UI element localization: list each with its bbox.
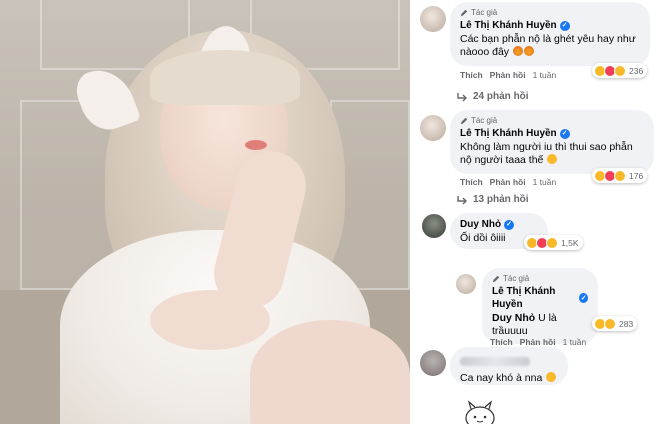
avatar[interactable] [420,6,446,32]
post-photo[interactable] [0,0,410,424]
timestamp[interactable]: 1 tuần [563,337,587,348]
replies-count: 24 phản hồi [473,91,529,102]
timestamp[interactable]: 1 tuần [533,177,557,188]
reaction-summary[interactable]: 236 [592,63,648,78]
commenter-name[interactable]: Lê Thị Khánh Huyền [460,19,557,32]
timestamp[interactable]: 1 tuần [533,70,557,81]
comment-text: Ối dồi ôiiii [460,232,506,244]
author-pen-icon [492,275,500,283]
comment-actions: Thích Phản hồi 1 tuần [460,177,556,188]
like-link[interactable]: Thích [460,177,483,188]
author-tag: Tác giả [460,116,644,126]
verified-badge-icon: ✓ [559,128,570,139]
sticker-icon [465,400,495,424]
sad-emoji-icon [547,154,558,164]
avatar[interactable] [456,274,476,294]
avatar[interactable] [420,115,446,141]
reply-arrow-icon [457,195,467,204]
reaction-summary[interactable]: 283 [592,316,638,331]
verified-badge-icon: ✓ [559,20,570,31]
view-replies[interactable]: 24 phản hồi [456,91,529,102]
sad-reaction-icon [546,236,558,249]
sad-reaction-icon [614,169,626,182]
replies-count: 13 phản hồi [473,194,529,205]
reaction-summary[interactable]: 176 [592,168,648,183]
comments-panel: Tác giả Lê Thị Khánh Huyền ✓ Các bạn phẫ… [410,0,660,424]
commenter-name[interactable]: Lê Thị Khánh Huyền [492,285,576,311]
commenter-name[interactable]: Duy Nhỏ [460,218,501,231]
comment-bubble: Tác giả Lê Thị Khánh Huyền ✓ Không làm n… [450,110,654,174]
comment-text: Ca nay khó à nna [460,372,543,384]
author-tag: Tác giả [492,274,588,284]
comment-actions: Thích Phản hồi 1 tuần [460,70,556,81]
author-tag-label: Tác giả [471,8,498,17]
angry-emoji-icon [523,46,534,56]
knee [250,320,410,424]
reaction-count: 236 [629,65,644,76]
comment-bubble: Ca nay khó à nna [450,347,568,385]
like-link[interactable]: Thích [460,70,483,81]
author-pen-icon [460,117,468,125]
author-tag-label: Tác giả [503,274,530,283]
view-replies[interactable]: 13 phản hồi [456,194,529,205]
reply-arrow-icon [457,92,467,101]
verified-badge-icon: ✓ [504,219,515,230]
lips [245,140,267,150]
comment-bubble: Tác giả Lê Thị Khánh Huyền ✓ Các bạn phẫ… [450,2,650,66]
reply-link[interactable]: Phản hồi [490,70,526,81]
angry-emoji-icon [512,46,523,56]
reaction-count: 176 [629,170,644,181]
comment-text: Không làm người iu thì thui sao phẫn nộ … [460,141,633,166]
author-tag: Tác giả [460,8,640,18]
commenter-name[interactable]: Lê Thị Khánh Huyền [460,127,557,140]
comment-text: Các bạn phẫn nộ là ghét yêu hay như nàoo… [460,33,636,58]
mention-link[interactable]: Duy Nhỏ [492,312,535,324]
reaction-count: 1,5K [561,237,579,248]
sad-reaction-icon [614,64,626,77]
reaction-count: 283 [619,318,634,329]
avatar[interactable] [422,214,446,238]
sad-reaction-icon [604,317,616,330]
laugh-emoji-icon [546,372,557,382]
comment-bubble: Tác giả Lê Thị Khánh Huyền ✓ Duy Nhỏ U l… [482,268,598,344]
bangs [150,50,300,105]
reply-link[interactable]: Phản hồi [490,177,526,188]
author-pen-icon [460,9,468,17]
verified-badge-icon: ✓ [579,293,588,303]
author-tag-label: Tác giả [471,116,498,125]
avatar[interactable] [420,350,446,376]
reaction-summary[interactable]: 1,5K [524,235,583,250]
blurred-commenter-name [460,357,530,366]
